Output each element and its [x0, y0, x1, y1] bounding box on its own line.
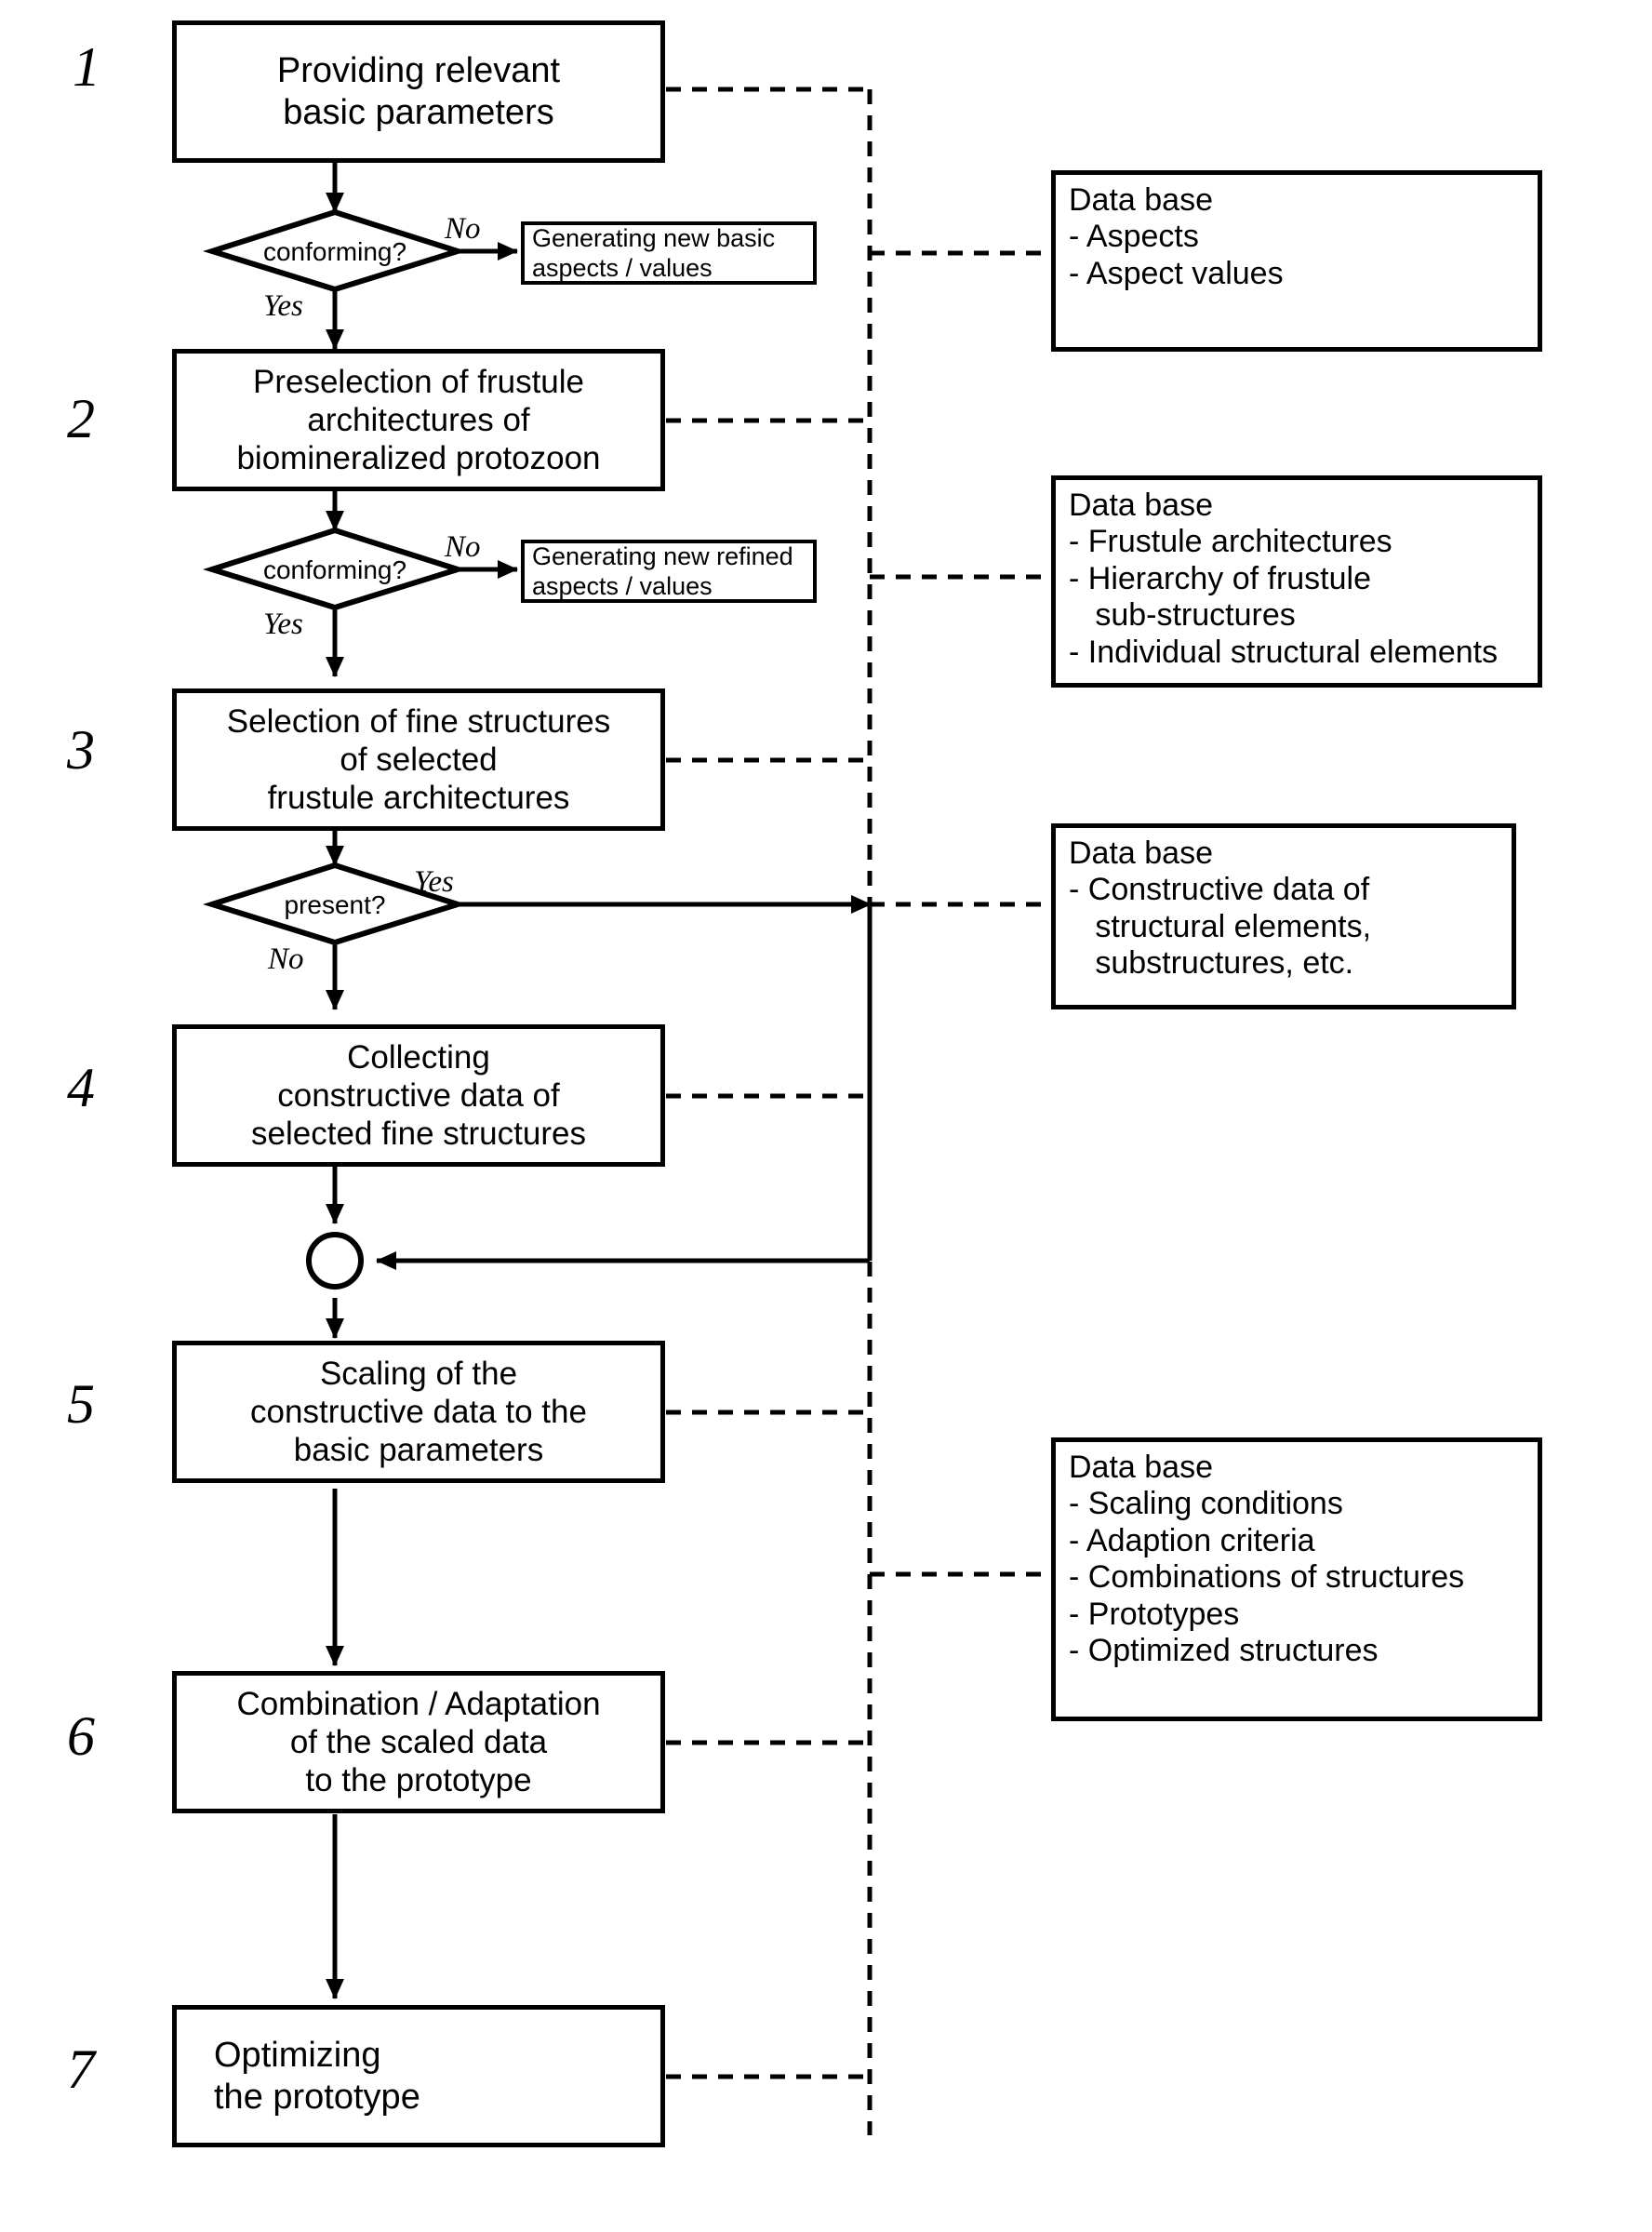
decision-label-conforming-1: conforming?	[262, 237, 407, 266]
step-box-2[interactable]: Preselection of frustule architectures o…	[172, 349, 665, 491]
db-2-item-4: - Individual structural elements	[1069, 634, 1499, 670]
database-box-frustule[interactable]: Data base - Frustule architectures - Hie…	[1051, 475, 1542, 688]
step-box-1[interactable]: Providing relevant basic parameters	[172, 20, 665, 163]
decision-label-conforming-2: conforming?	[262, 555, 407, 584]
step-box-3[interactable]: Selection of fine structures of selected…	[172, 688, 665, 831]
step-box-7[interactable]: Optimizing the prototype	[172, 2005, 665, 2147]
step-2-line-3: biomineralized protozoon	[236, 440, 601, 477]
database-box-aspects[interactable]: Data base - Aspects - Aspect values	[1051, 170, 1542, 352]
step-number-1: 1	[73, 36, 100, 98]
db-1-item-1: - Aspects	[1069, 219, 1199, 255]
flowchart-canvas: 1 2 3 4 5 6 7 Providing relevant basic p…	[0, 0, 1652, 2232]
step-3-line-3: frustule architectures	[267, 780, 570, 817]
step-1-line-2: basic parameters	[283, 92, 554, 132]
step-number-5: 5	[67, 1373, 95, 1435]
gen-1-line-2: aspects / values	[532, 254, 713, 282]
database-box-constructive[interactable]: Data base - Constructive data of structu…	[1051, 823, 1516, 1009]
step-7-line-1: Optimizing	[214, 2035, 381, 2075]
decision-label-present: present?	[284, 890, 386, 919]
step-number-4: 4	[67, 1057, 95, 1118]
db-2-title: Data base	[1069, 488, 1213, 523]
step-5-line-1: Scaling of the	[319, 1355, 518, 1392]
step-5-line-2: constructive data to the	[250, 1393, 587, 1430]
branch-label-conforming-1-no: No	[445, 212, 481, 246]
db-4-item-2: - Adaption criteria	[1069, 1522, 1315, 1558]
merge-circle-shape	[306, 1232, 364, 1290]
step-number-2: 2	[67, 388, 95, 449]
gen-2-line-2: aspects / values	[532, 572, 713, 600]
gen-2-line-1: Generating new refined	[532, 541, 793, 570]
db-4-title: Data base	[1069, 1450, 1213, 1485]
branch-label-conforming-2-yes: Yes	[263, 608, 303, 641]
branch-label-present-no: No	[268, 942, 304, 976]
db-2-item-1: - Frustule architectures	[1069, 524, 1392, 560]
step-number-3: 3	[67, 719, 95, 781]
db-2-item-3: sub-structures	[1069, 597, 1296, 634]
db-4-item-1: - Scaling conditions	[1069, 1486, 1343, 1522]
step-2-line-2: architectures of	[307, 401, 530, 438]
step-box-5[interactable]: Scaling of the constructive data to the …	[172, 1341, 665, 1483]
step-4-line-3: selected fine structures	[251, 1116, 586, 1153]
step-7-line-2: the prototype	[214, 2077, 420, 2117]
db-4-item-4: - Prototypes	[1069, 1596, 1240, 1632]
step-4-line-2: constructive data of	[277, 1076, 560, 1114]
db-4-item-3: - Combinations of structures	[1069, 1559, 1465, 1596]
step-1-line-1: Providing relevant	[276, 50, 561, 90]
db-3-item-3: substructures, etc.	[1069, 945, 1354, 982]
branch-label-conforming-1-yes: Yes	[263, 289, 303, 323]
step-box-6[interactable]: Combination / Adaptation of the scaled d…	[172, 1671, 665, 1813]
branch-label-present-yes: Yes	[414, 865, 454, 899]
db-3-item-2: structural elements,	[1069, 908, 1372, 944]
step-3-line-2: of selected	[340, 741, 498, 778]
database-box-scaling[interactable]: Data base - Scaling conditions - Adaptio…	[1051, 1437, 1542, 1721]
gen-1-line-1: Generating new basic	[532, 223, 776, 252]
db-1-title: Data base	[1069, 182, 1213, 218]
step-6-line-1: Combination / Adaptation	[236, 1685, 601, 1722]
step-6-line-3: to the prototype	[305, 1762, 532, 1799]
step-4-line-1: Collecting	[347, 1038, 490, 1076]
step-3-line-1: Selection of fine structures	[226, 702, 611, 740]
db-2-item-2: - Hierarchy of frustule	[1069, 560, 1371, 596]
step-2-line-1: Preselection of frustule	[252, 363, 584, 400]
step-number-7: 7	[67, 2038, 95, 2100]
step-6-line-2: of the scaled data	[289, 1723, 548, 1760]
db-3-title: Data base	[1069, 835, 1213, 871]
generating-new-refined-aspects-box[interactable]: Generating new refined aspects / values	[521, 540, 817, 603]
db-4-item-5: - Optimized structures	[1069, 1633, 1379, 1669]
step-box-4[interactable]: Collecting constructive data of selected…	[172, 1024, 665, 1167]
branch-label-conforming-2-no: No	[445, 530, 481, 564]
generating-new-basic-aspects-box[interactable]: Generating new basic aspects / values	[521, 221, 817, 285]
db-3-item-1: - Constructive data of	[1069, 872, 1370, 908]
step-5-line-3: basic parameters	[293, 1432, 544, 1469]
db-1-item-2: - Aspect values	[1069, 255, 1284, 291]
step-number-6: 6	[67, 1705, 95, 1767]
